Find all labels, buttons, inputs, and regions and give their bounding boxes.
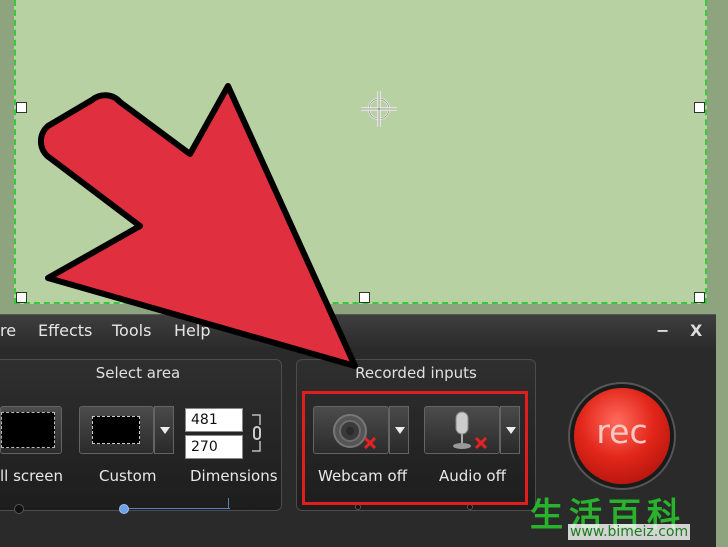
watermark: 生活百科 www.bimeiz.com [530,488,726,544]
watermark-url: www.bimeiz.com [568,524,691,540]
pointer-arrow-icon [37,83,358,369]
